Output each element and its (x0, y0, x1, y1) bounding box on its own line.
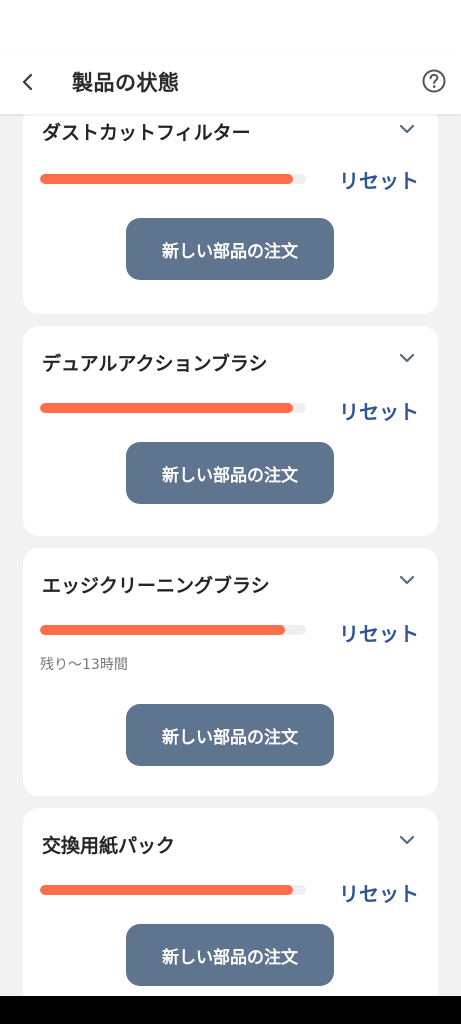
remaining-time-label: 残り〜13時間 (40, 657, 128, 673)
reset-link[interactable]: リセット (339, 165, 419, 194)
life-progress-fill (40, 403, 293, 413)
reset-link[interactable]: リセット (339, 396, 419, 425)
order-part-button[interactable]: 新しい部品の注文 (126, 442, 334, 504)
part-name: デュアルアクションブラシ (42, 353, 268, 375)
order-part-button[interactable]: 新しい部品の注文 (126, 704, 334, 766)
reset-link[interactable]: リセット (339, 618, 419, 647)
life-progress-bar (40, 403, 306, 413)
part-card: エッジクリーニングブラシ リセット 残り〜13時間 新しい部品の注文 (23, 548, 438, 796)
chevron-left-icon (22, 73, 33, 91)
life-progress-fill (40, 625, 285, 635)
order-part-button[interactable]: 新しい部品の注文 (126, 218, 334, 280)
life-progress-fill (40, 174, 293, 184)
page-title: 製品の状態 (72, 71, 180, 95)
part-name: 交換用紙パック (42, 835, 176, 857)
back-button[interactable] (12, 66, 44, 98)
app-header: 製品の状態 (0, 50, 461, 114)
life-progress-bar (40, 885, 306, 895)
system-navigation-bar (0, 996, 461, 1024)
chevron-down-icon[interactable] (398, 571, 416, 589)
reset-link[interactable]: リセット (339, 878, 419, 907)
part-card: 交換用紙パック リセット 新しい部品の注文 (23, 808, 438, 996)
chevron-down-icon[interactable] (398, 120, 416, 138)
part-name: エッジクリーニングブラシ (42, 575, 270, 597)
help-circle-icon (422, 69, 446, 93)
life-progress-bar (40, 174, 306, 184)
part-card: デュアルアクションブラシ リセット 新しい部品の注文 (23, 326, 438, 536)
parts-list-scroll[interactable]: ダストカットフィルター リセット 新しい部品の注文 デュアルアクションブラシ リ… (0, 114, 461, 996)
life-progress-fill (40, 885, 293, 895)
order-part-button[interactable]: 新しい部品の注文 (126, 924, 334, 986)
parts-list: ダストカットフィルター リセット 新しい部品の注文 デュアルアクションブラシ リ… (23, 114, 438, 996)
part-card: ダストカットフィルター リセット 新しい部品の注文 (23, 114, 438, 314)
status-bar-area (0, 0, 461, 50)
part-name: ダストカットフィルター (42, 122, 251, 144)
help-button[interactable] (421, 68, 447, 94)
chevron-down-icon[interactable] (398, 831, 416, 849)
life-progress-bar (40, 625, 306, 635)
chevron-down-icon[interactable] (398, 349, 416, 367)
